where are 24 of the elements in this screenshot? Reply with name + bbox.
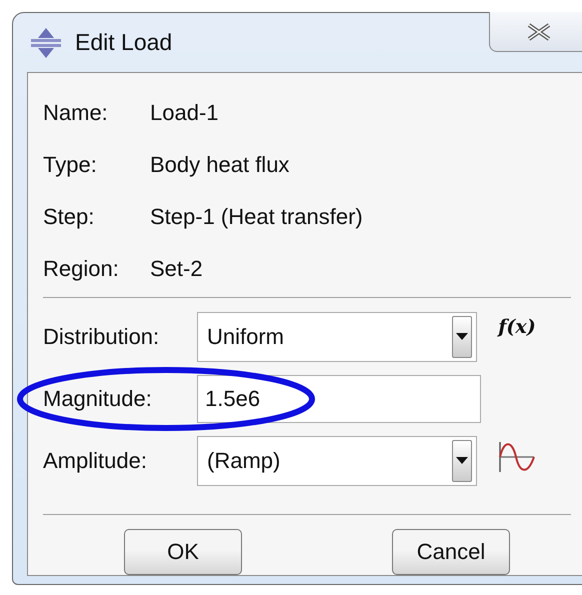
wave-icon[interactable] — [498, 440, 536, 474]
field-label: Region: — [43, 256, 120, 282]
field-value: Step-1 (Heat transfer) — [150, 204, 363, 230]
field-label: Amplitude: — [43, 448, 148, 474]
move-icon — [29, 26, 63, 60]
dialog-button[interactable]: Cancel — [392, 529, 510, 575]
dropdown-arrow-icon — [456, 333, 468, 341]
dropdown-arrow-icon — [456, 457, 468, 465]
dropdown[interactable]: (Ramp) — [197, 436, 477, 486]
field-value: Set-2 — [150, 256, 203, 282]
close-button[interactable] — [489, 12, 582, 52]
window-title: Edit Load — [75, 29, 172, 56]
dialog-button[interactable]: OK — [124, 529, 242, 575]
close-icon — [526, 22, 552, 40]
input-field[interactable]: 1.5e6 — [197, 375, 481, 423]
function-button[interactable]: f(x) — [498, 316, 536, 338]
field-label: Name: — [43, 100, 109, 126]
dropdown[interactable]: Uniform — [197, 312, 477, 362]
field-value: Load-1 — [150, 100, 219, 126]
field-value: Body heat flux — [150, 152, 290, 178]
field-label: Step: — [43, 204, 96, 230]
field-label: Distribution: — [43, 324, 160, 350]
field-label: Magnitude: — [43, 386, 153, 412]
field-label: Type: — [43, 152, 98, 178]
